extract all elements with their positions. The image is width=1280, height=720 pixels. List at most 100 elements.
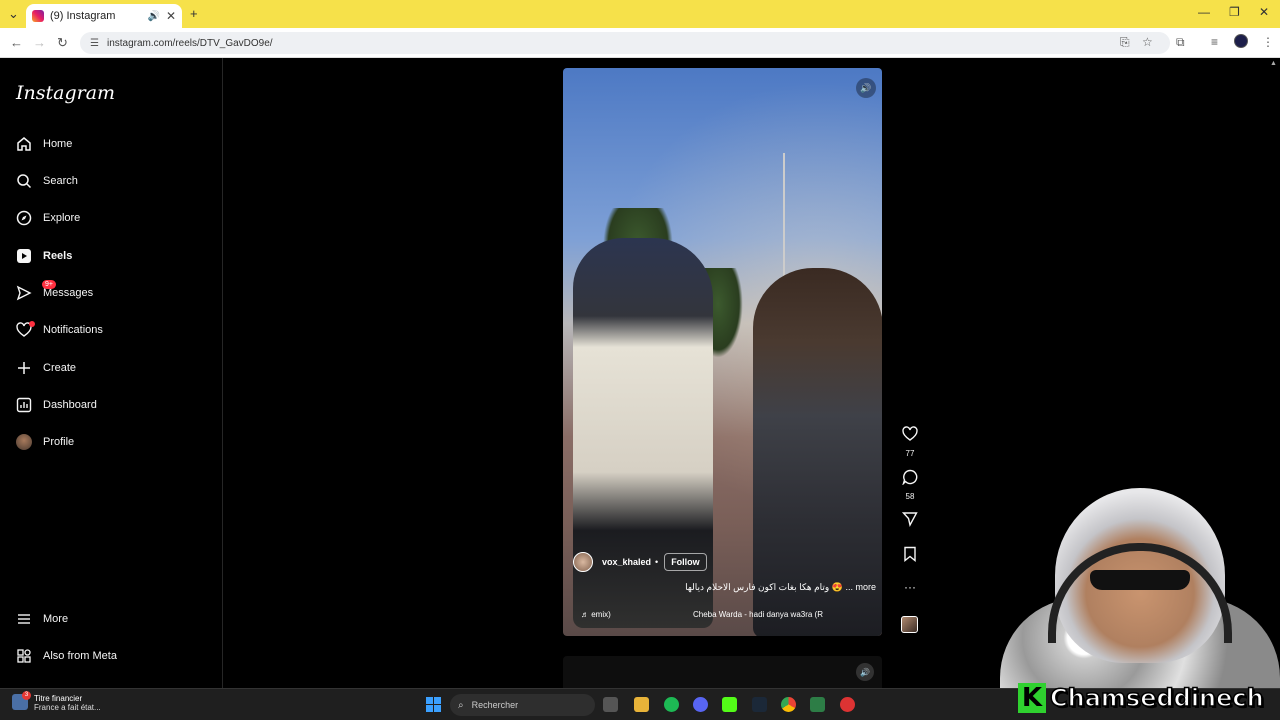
- dashboard-icon: [16, 397, 32, 413]
- taskbar-search[interactable]: ⌕ Rechercher: [450, 694, 595, 716]
- browser-profile-avatar[interactable]: [1234, 34, 1248, 48]
- minimize-icon[interactable]: —: [1198, 5, 1210, 19]
- volume-icon[interactable]: 🔊: [856, 78, 876, 98]
- sidebar-item-label: Also from Meta: [43, 650, 117, 662]
- messenger-icon: 9+: [16, 280, 56, 301]
- sidebar-item-label: Profile: [43, 436, 75, 448]
- install-app-icon[interactable]: ⎘: [1120, 35, 1130, 50]
- instagram-logo[interactable]: Instagram: [16, 82, 115, 104]
- sidebar-item-label: More: [43, 613, 69, 625]
- sidebar-item-messages[interactable]: 9+ Messages: [16, 280, 93, 301]
- discord-icon[interactable]: [693, 697, 708, 712]
- restore-icon[interactable]: ❐: [1229, 5, 1240, 19]
- heart-icon: [902, 426, 918, 441]
- new-tab-button[interactable]: +: [190, 6, 198, 21]
- sidebar-item-create[interactable]: Create: [16, 360, 76, 376]
- notification-dot: [29, 321, 35, 327]
- sidebar-item-dashboard[interactable]: Dashboard: [16, 397, 97, 413]
- streamer-name-overlay: K Chamseddinech: [1018, 683, 1264, 713]
- browser-titlebar: ⌄ (9) Instagram 🔊 ✕ + — ❐ ✕: [0, 0, 1280, 28]
- task-view-icon[interactable]: [603, 697, 618, 712]
- file-explorer-icon[interactable]: [634, 697, 649, 712]
- sidebar-item-search[interactable]: Search: [16, 173, 78, 189]
- chrome-icon[interactable]: [781, 697, 796, 712]
- sidebar-item-also-from-meta[interactable]: Also from Meta: [16, 648, 117, 664]
- save-button[interactable]: [898, 546, 922, 567]
- browser-navbar: ← → ↻ ☰ instagram.com/reels/DTV_GavDO9e/…: [0, 28, 1280, 58]
- author-avatar[interactable]: [573, 552, 593, 572]
- reel-video[interactable]: 🔊 vox_khaled • Follow وتام هكا بغات اكون…: [563, 68, 882, 636]
- reels-icon: [16, 248, 32, 264]
- sidebar-item-label: Reels: [43, 250, 73, 262]
- steam-icon[interactable]: [752, 697, 767, 712]
- like-button[interactable]: 77: [898, 426, 922, 458]
- reel-author: vox_khaled • Follow: [573, 552, 707, 572]
- tab-list-icon[interactable]: ⌄: [8, 6, 19, 22]
- follow-button[interactable]: Follow: [664, 553, 707, 571]
- back-button[interactable]: ←: [10, 35, 23, 50]
- extensions-icon[interactable]: ⧉: [1176, 35, 1185, 50]
- more-options-icon[interactable]: ···: [898, 580, 922, 594]
- terminal-icon[interactable]: [810, 697, 825, 712]
- sidebar-item-profile[interactable]: Profile: [16, 434, 74, 450]
- compass-icon: [16, 210, 32, 226]
- close-tab-icon[interactable]: ✕: [166, 9, 176, 23]
- spotify-icon[interactable]: [664, 697, 679, 712]
- instagram-favicon-icon: [32, 10, 44, 22]
- hamburger-menu-icon: [16, 611, 32, 627]
- messages-badge: 9+: [42, 280, 56, 289]
- sidebar-item-explore[interactable]: Explore: [16, 210, 80, 226]
- site-info-icon[interactable]: ☰: [90, 38, 99, 49]
- sidebar-item-label: Home: [43, 138, 73, 150]
- music-info[interactable]: ♬ emix): [581, 610, 611, 619]
- address-bar[interactable]: ☰ instagram.com/reels/DTV_GavDO9e/: [80, 32, 1170, 54]
- heart-icon: [16, 321, 35, 338]
- search-placeholder: Rechercher: [471, 700, 519, 710]
- avatar: [16, 434, 32, 450]
- tab-audio-icon[interactable]: 🔊: [147, 11, 159, 22]
- like-count: 77: [905, 449, 915, 458]
- search-icon: ⌕: [458, 699, 464, 711]
- sidebar-item-home[interactable]: Home: [16, 136, 72, 152]
- sidebar-item-label: Dashboard: [43, 399, 97, 411]
- news-widget[interactable]: 3 Titre financier France a fait état...: [12, 691, 101, 712]
- home-icon: [16, 136, 32, 152]
- share-button[interactable]: [898, 511, 922, 532]
- comment-button[interactable]: 58: [898, 469, 922, 501]
- windows-start-icon[interactable]: [426, 697, 441, 712]
- share-icon: [901, 512, 918, 527]
- browser-tab[interactable]: (9) Instagram 🔊 ✕: [26, 4, 182, 28]
- audio-thumbnail[interactable]: [901, 616, 918, 633]
- forward-button[interactable]: →: [33, 35, 46, 50]
- music-track[interactable]: Cheba Warda - hadi danya wa3ra (R: [693, 610, 823, 619]
- news-subtitle: France a fait état...: [34, 703, 101, 712]
- sidebar-item-label: Explore: [43, 212, 81, 224]
- url-text: instagram.com/reels/DTV_GavDO9e/: [106, 37, 273, 49]
- person-right: [753, 268, 882, 636]
- sidebar-item-more[interactable]: More: [16, 611, 68, 627]
- browser-menu-icon[interactable]: ⋮: [1262, 35, 1274, 49]
- webcam-overlay: [1000, 488, 1280, 688]
- media-control-icon[interactable]: ≡: [1211, 35, 1218, 49]
- sidebar-item-notifications[interactable]: Notifications: [16, 321, 103, 338]
- kick-icon[interactable]: [722, 697, 737, 712]
- comment-count: 58: [905, 492, 915, 501]
- close-window-icon[interactable]: ✕: [1259, 5, 1269, 19]
- reel-caption[interactable]: وتام هكا بغات اكون فارس الاحلام ديالها 😍…: [631, 582, 876, 593]
- plus-icon: [16, 360, 32, 376]
- tab-title: (9) Instagram: [50, 10, 116, 22]
- streamer-logo: K: [1018, 683, 1046, 713]
- reload-button[interactable]: ↻: [57, 35, 68, 51]
- bookmark-icon: [904, 546, 916, 562]
- app-icon[interactable]: [840, 697, 855, 712]
- news-icon: 3: [12, 691, 31, 710]
- author-username[interactable]: vox_khaled: [602, 557, 651, 567]
- sunglasses: [1090, 570, 1190, 590]
- next-reel-preview[interactable]: [563, 656, 882, 688]
- comment-icon: [902, 469, 918, 486]
- sidebar-item-reels[interactable]: Reels: [16, 248, 72, 264]
- volume-icon[interactable]: 🔊: [856, 663, 874, 681]
- bookmark-star-icon[interactable]: ☆: [1142, 35, 1153, 49]
- streamer-name: Chamseddinech: [1049, 683, 1264, 713]
- sidebar-item-label: Notifications: [43, 324, 103, 336]
